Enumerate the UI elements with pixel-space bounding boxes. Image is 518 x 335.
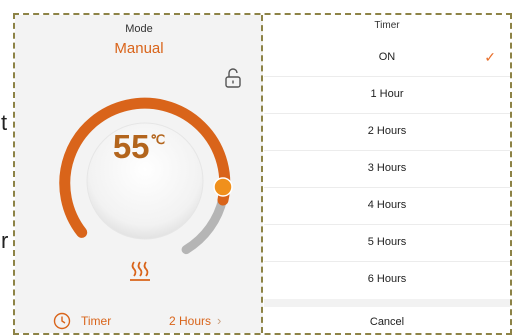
thermostat-panel: Mode Manual 55℃ Timer 2 Hours › — [15, 15, 263, 333]
sheet-title: Timer — [374, 20, 400, 31]
unlock-icon[interactable] — [223, 67, 243, 89]
timer-option-3-hours[interactable]: 3 Hours — [264, 150, 510, 188]
timer-option-4-hours[interactable]: 4 Hours — [264, 187, 510, 225]
clock-icon — [53, 312, 71, 330]
option-label: 5 Hours — [367, 236, 407, 248]
option-label: 3 Hours — [367, 162, 407, 174]
timer-option-1-hour[interactable]: 1 Hour — [264, 76, 510, 114]
cancel-button[interactable]: Cancel — [264, 307, 510, 333]
timer-row[interactable]: Timer 2 Hours › — [15, 312, 263, 332]
timer-option-2-hours[interactable]: 2 Hours — [264, 113, 510, 151]
dial-handle — [213, 177, 233, 197]
timer-option-6-hours[interactable]: 6 Hours — [264, 261, 510, 298]
option-label: ON — [378, 51, 396, 63]
option-label: 4 Hours — [367, 199, 407, 211]
option-label: 2 Hours — [367, 125, 407, 137]
timer-sheet: Timer ON ✓ 1 Hour 2 Hours 3 Hours 4 Hour… — [264, 15, 510, 333]
temperature-readout: 55℃ — [79, 128, 199, 166]
background-letter-r: r — [1, 228, 9, 253]
option-label: 1 Hour — [370, 88, 404, 100]
timer-option-on[interactable]: ON ✓ — [264, 39, 510, 77]
temperature-dial[interactable] — [55, 91, 235, 271]
temperature-unit: ℃ — [150, 132, 166, 147]
temperature-value: 55 — [112, 128, 150, 165]
panel-divider — [261, 15, 263, 333]
checkmark-icon: ✓ — [484, 49, 496, 65]
background-letter-t: t — [1, 110, 8, 135]
mode-label: Mode — [125, 23, 153, 35]
device-frame: Mode Manual 55℃ Timer 2 Hours › Timer ON… — [13, 13, 512, 335]
option-label: 6 Hours — [367, 273, 407, 285]
sheet-separator — [264, 299, 510, 307]
mode-value[interactable]: Manual — [15, 40, 263, 57]
timer-option-5-hours[interactable]: 5 Hours — [264, 224, 510, 262]
heat-waves-icon — [130, 261, 150, 281]
